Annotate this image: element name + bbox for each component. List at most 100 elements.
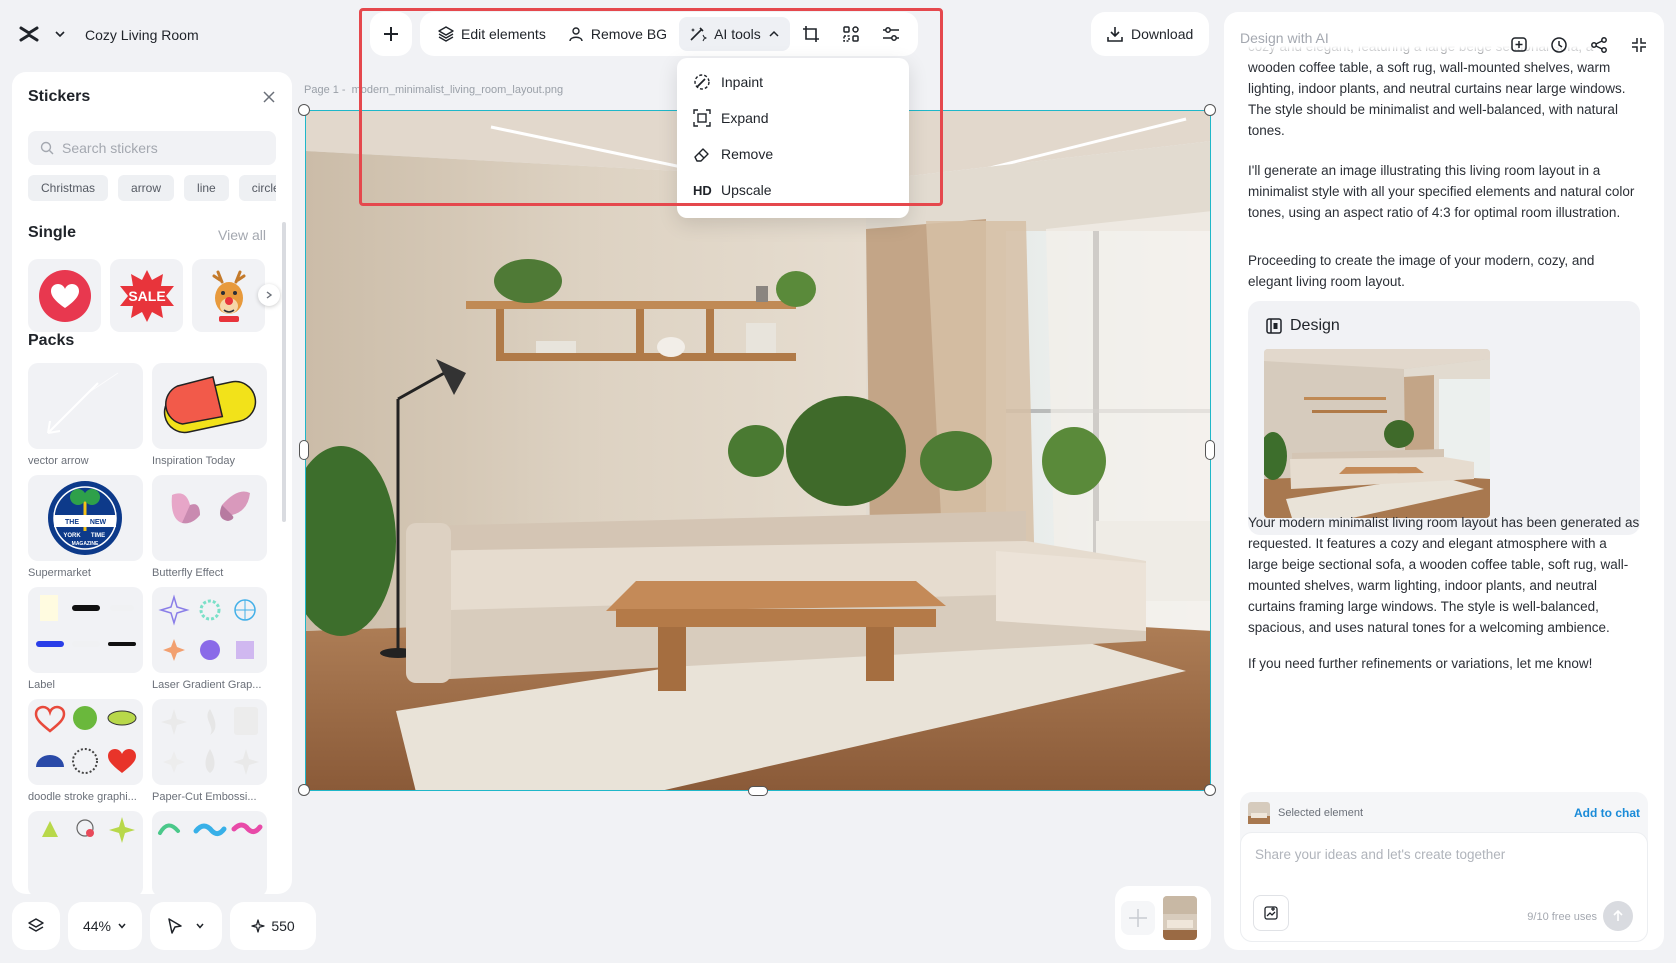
- tag-circle[interactable]: circle: [238, 175, 276, 201]
- wave-strokes-icon: [158, 822, 263, 837]
- pack-partial-2[interactable]: [152, 811, 267, 894]
- page-thumbnail[interactable]: [1163, 896, 1197, 940]
- search-icon: [40, 141, 54, 155]
- magazine-text-magazine: MAGAZINE: [72, 541, 99, 547]
- layers-button[interactable]: [12, 902, 60, 950]
- send-button[interactable]: [1603, 901, 1633, 931]
- resize-handle-bottom[interactable]: [748, 786, 768, 796]
- remove-bg-label: Remove BG: [590, 26, 668, 42]
- tag-line[interactable]: line: [184, 175, 229, 201]
- pointer-tool-dropdown[interactable]: [150, 902, 222, 950]
- sticker-sale[interactable]: SALE: [110, 259, 183, 332]
- add-page-button[interactable]: [1121, 901, 1155, 935]
- zoom-dropdown[interactable]: 44%: [68, 902, 142, 950]
- pack-partial-1[interactable]: [28, 811, 143, 894]
- menu-item-inpaint[interactable]: Inpaint: [677, 64, 909, 100]
- menu-item-upscale[interactable]: HD Upscale: [677, 172, 909, 208]
- pack-supermarket[interactable]: THE NEW YORK TIME MAGAZINE: [28, 475, 143, 561]
- resize-handle-top-left[interactable]: [298, 104, 310, 116]
- butterfly-icon: [171, 491, 250, 524]
- sliders-icon: [882, 27, 899, 41]
- chat-input[interactable]: Share your ideas and let's create togeth…: [1240, 832, 1648, 942]
- ai-chat-panel: Design with AI cozy and elegant, featuri…: [1224, 12, 1664, 950]
- resize-handle-top-right[interactable]: [1204, 104, 1216, 116]
- attach-image-button[interactable]: [1253, 895, 1289, 931]
- sticker-heart[interactable]: [28, 259, 101, 332]
- pack-label: doodle stroke graphi...: [28, 791, 137, 803]
- app-logo-menu[interactable]: [18, 24, 66, 44]
- add-to-chat-button[interactable]: Add to chat: [1574, 806, 1640, 820]
- tag-arrow[interactable]: arrow: [118, 175, 175, 201]
- element-toolbar: Edit elements Remove BG AI tools: [420, 12, 918, 56]
- resize-handle-right[interactable]: [1205, 440, 1215, 460]
- view-all-link[interactable]: View all: [218, 227, 266, 243]
- remove-bg-button[interactable]: Remove BG: [558, 17, 677, 51]
- pill-icon: [163, 375, 257, 434]
- menu-item-label: Upscale: [721, 182, 772, 198]
- close-icon[interactable]: [262, 90, 276, 104]
- pack-laser-gradient[interactable]: [152, 587, 267, 673]
- message-text: If you need further refinements or varia…: [1248, 656, 1593, 671]
- ai-tools-menu: Inpaint Expand Remove HD Upscale: [677, 58, 909, 218]
- pack-label: vector arrow: [28, 455, 89, 467]
- design-thumbnail[interactable]: [1264, 349, 1490, 518]
- selected-element-label: Selected element: [1278, 807, 1363, 819]
- design-result-card[interactable]: Design: [1248, 301, 1640, 535]
- chat-message: Proceeding to create the image of your m…: [1248, 250, 1640, 292]
- single-next-button[interactable]: [258, 284, 280, 306]
- edit-elements-button[interactable]: Edit elements: [428, 17, 556, 51]
- arrow-up-icon: [1613, 909, 1623, 921]
- resize-handle-left[interactable]: [299, 440, 309, 460]
- pack-paper-cut[interactable]: [152, 699, 267, 785]
- chat-message: If you need further refinements or varia…: [1248, 653, 1640, 674]
- menu-item-remove[interactable]: Remove: [677, 136, 909, 172]
- tag-christmas[interactable]: Christmas: [28, 175, 109, 201]
- pack-butterfly-effect[interactable]: [152, 475, 267, 561]
- pack-label: Label: [28, 679, 55, 691]
- arrange-button[interactable]: [832, 17, 870, 51]
- resize-handle-bottom-right[interactable]: [1204, 784, 1216, 796]
- project-title[interactable]: Cozy Living Room: [85, 16, 213, 54]
- search-placeholder: Search stickers: [62, 140, 158, 156]
- download-button[interactable]: Download: [1091, 12, 1210, 56]
- message-text: I'll generate an image illustrating this…: [1248, 163, 1635, 220]
- ai-tools-button[interactable]: AI tools: [679, 17, 790, 51]
- sparkle-icon: [251, 919, 265, 933]
- expand-icon: [693, 109, 711, 127]
- shapes-icon: [42, 817, 135, 843]
- adjust-button[interactable]: [872, 17, 910, 51]
- message-text: Proceeding to create the image of your m…: [1248, 253, 1595, 289]
- free-uses-counter: 9/10 free uses: [1527, 911, 1597, 923]
- ai-tools-label: AI tools: [714, 26, 761, 42]
- download-icon: [1107, 27, 1123, 42]
- person-icon: [569, 27, 583, 42]
- eraser-icon: [694, 148, 709, 162]
- magazine-badge-icon: THE NEW YORK TIME MAGAZINE: [48, 481, 122, 555]
- stickers-panel: Stickers Search stickers Christmas arrow…: [12, 72, 292, 894]
- stickers-scrollbar[interactable]: [282, 222, 286, 522]
- capcut-logo-icon: [19, 26, 39, 42]
- sticker-reindeer[interactable]: [192, 259, 265, 332]
- magic-wand-icon: [690, 27, 708, 42]
- chevron-down-icon: [196, 923, 204, 929]
- sticker-search-input[interactable]: Search stickers: [28, 131, 276, 165]
- menu-item-label: Expand: [721, 110, 769, 126]
- page-indicator: Page 1 - modern_minimalist_living_room_l…: [304, 84, 563, 96]
- plus-icon: [1129, 909, 1147, 927]
- selected-element-thumbnail: [1248, 802, 1270, 824]
- reindeer-sticker-icon: [212, 270, 245, 322]
- chevron-up-icon: [769, 30, 779, 37]
- hd-icon: HD: [693, 182, 712, 198]
- pack-vector-arrow[interactable]: [28, 363, 143, 449]
- pack-doodle-stroke[interactable]: [28, 699, 143, 785]
- cursor-icon: [168, 918, 182, 934]
- add-button[interactable]: [370, 12, 412, 56]
- credits-button[interactable]: 550: [230, 902, 316, 950]
- resize-handle-bottom-left[interactable]: [298, 784, 310, 796]
- menu-item-expand[interactable]: Expand: [677, 100, 909, 136]
- chat-message: Your modern minimalist living room layou…: [1248, 512, 1640, 638]
- pack-label-stickers[interactable]: [28, 587, 143, 673]
- pack-inspiration-today[interactable]: [152, 363, 267, 449]
- label-shapes-icon: [36, 595, 136, 647]
- crop-button[interactable]: [792, 17, 830, 51]
